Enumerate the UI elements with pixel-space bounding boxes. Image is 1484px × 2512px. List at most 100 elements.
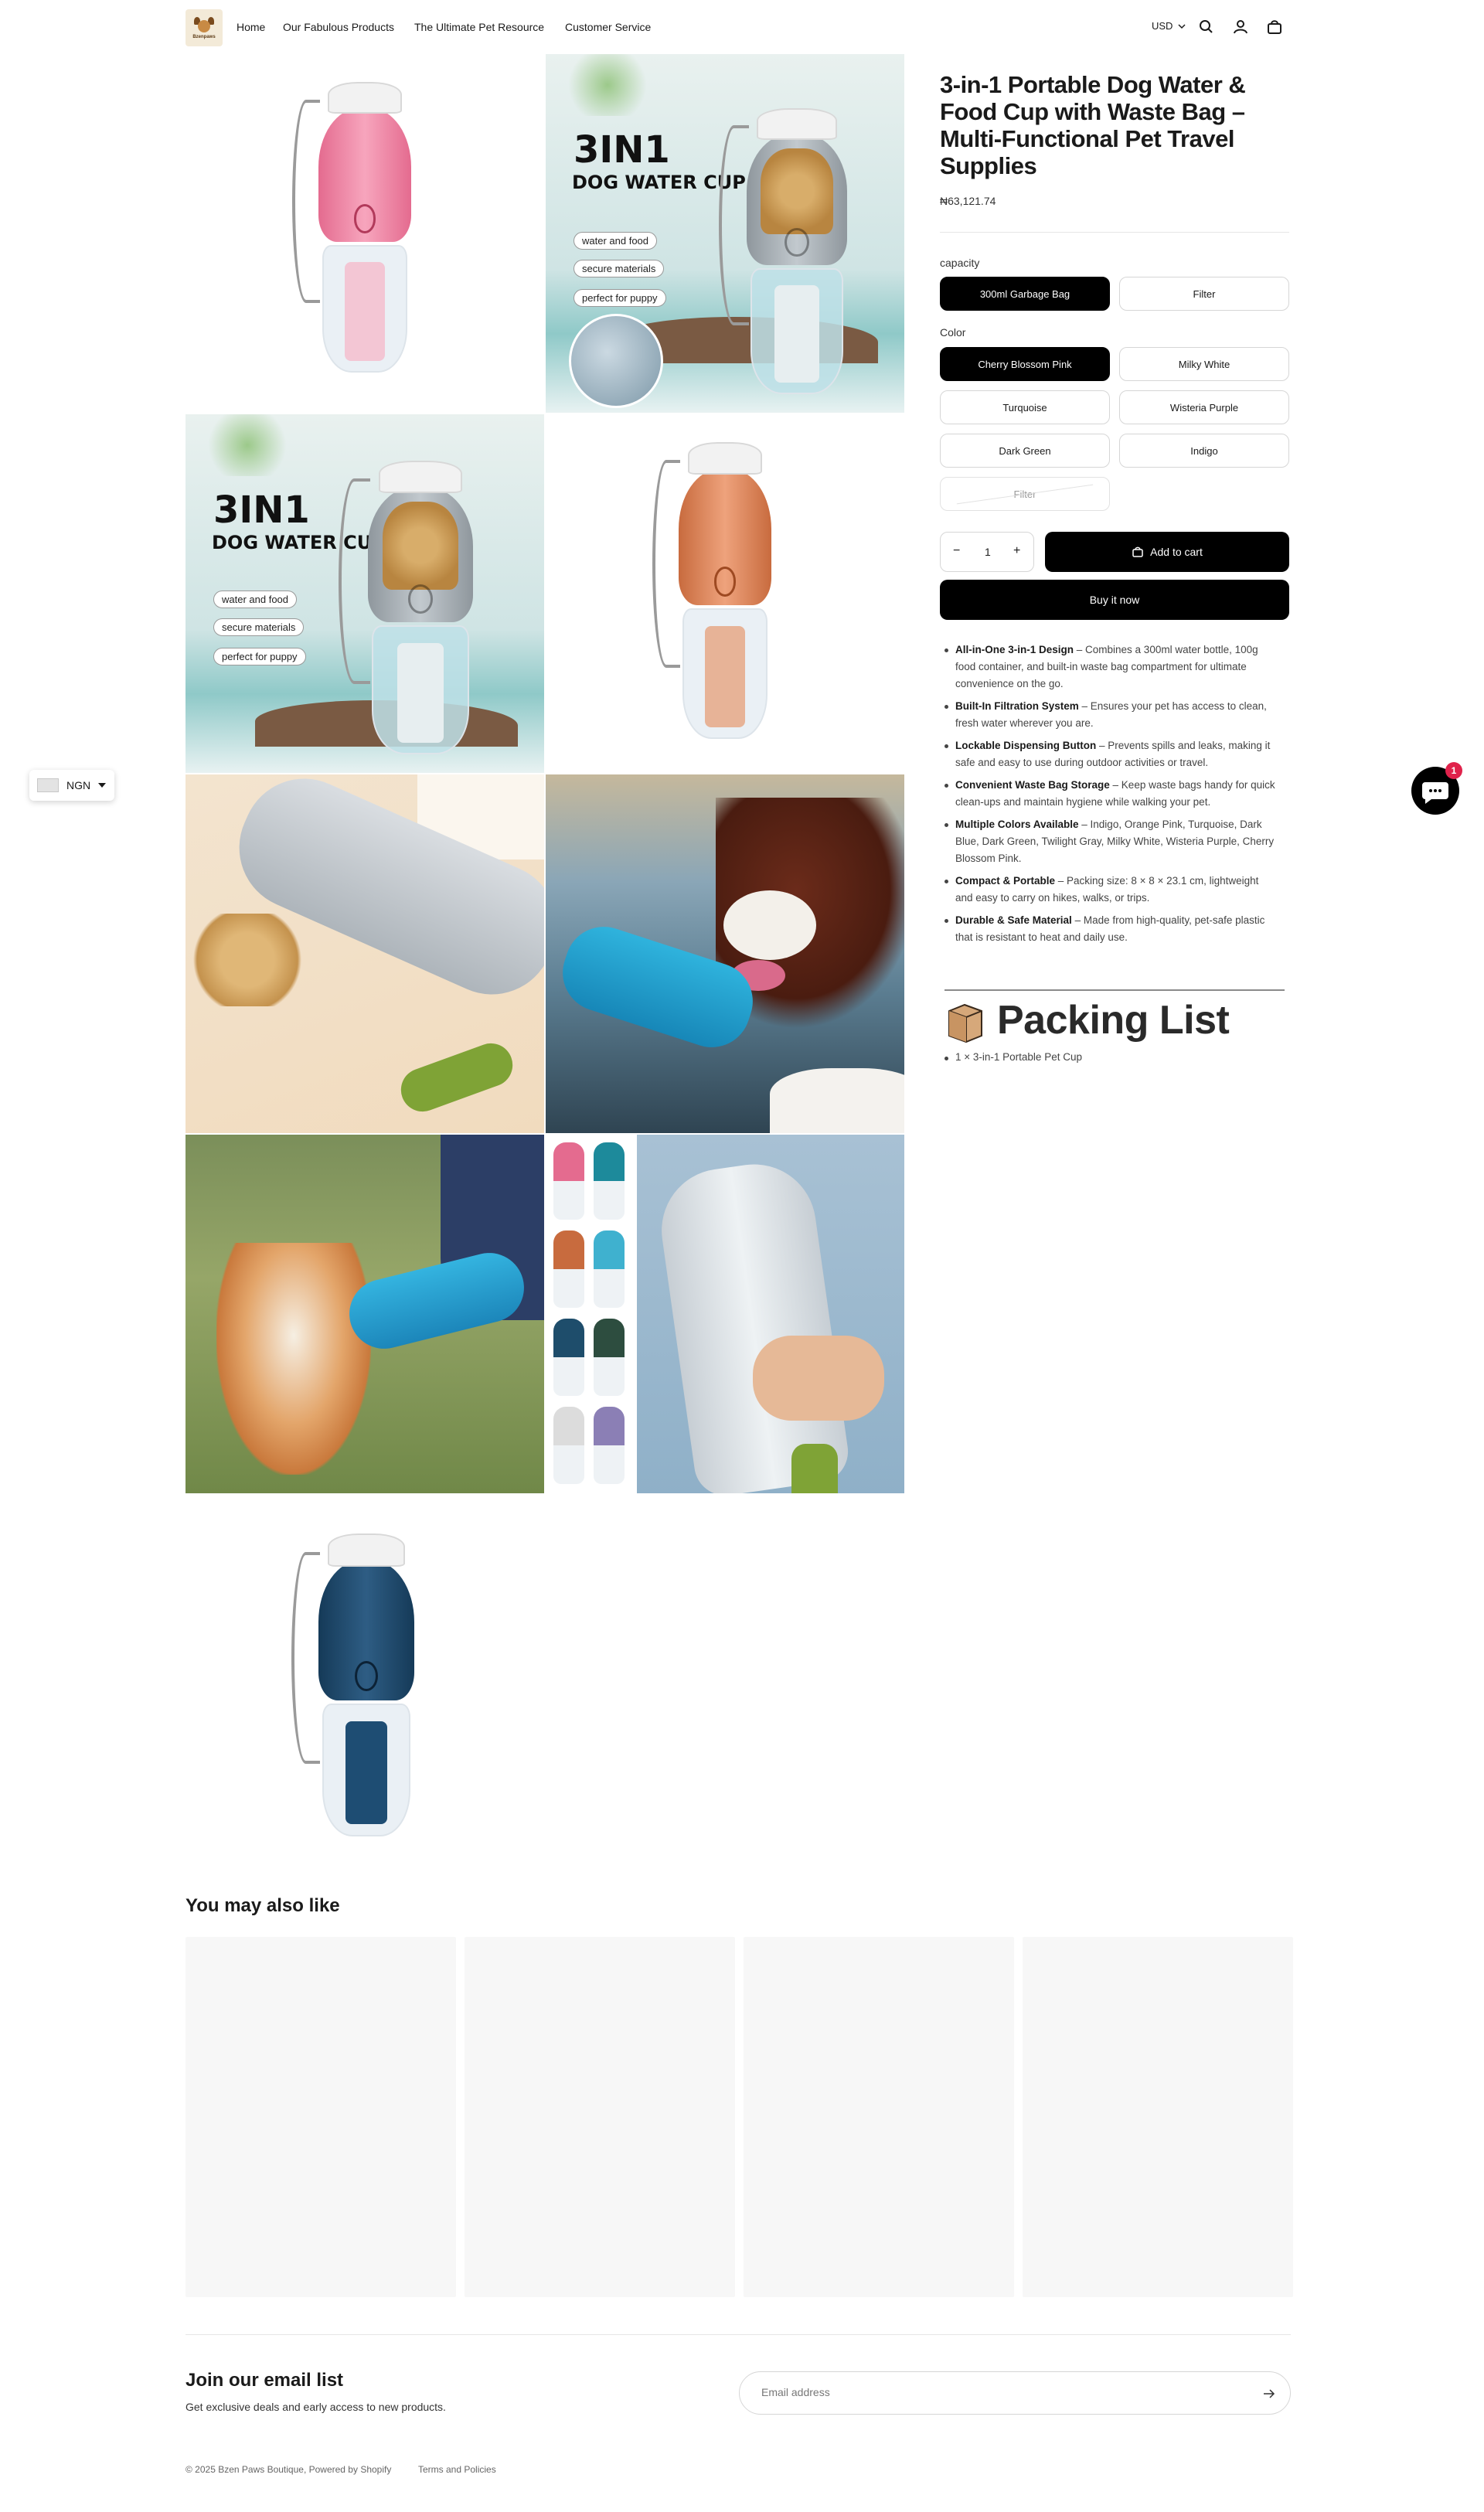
gallery-image-pink-bottle[interactable] [186, 54, 544, 413]
color-option-milky-white[interactable]: Milky White [1119, 347, 1289, 381]
package-icon [948, 1003, 982, 1043]
gallery-image-promo-2[interactable]: 3IN1 DOG WATER CUP water and food secure… [186, 414, 544, 773]
copyright: © 2025 Bzen Paws Boutique, Powered by Sh… [186, 2464, 392, 2475]
promo-pill: water and food [574, 232, 658, 250]
promo-title: 3IN1 [213, 488, 310, 532]
nav-products[interactable]: Our Fabulous Products [283, 21, 394, 33]
promo-pill: secure materials [574, 260, 665, 277]
clear-bottle-icon [653, 1156, 853, 1493]
email-field-wrapper [739, 2371, 1291, 2415]
gallery-image-promo-1[interactable]: 3IN1 DOG WATER CUP water and food secure… [546, 54, 904, 413]
chat-badge: 1 [1445, 762, 1462, 779]
bag-icon [1132, 546, 1143, 557]
gray-bottle-icon [338, 461, 473, 754]
variant-white-icon [553, 1407, 584, 1484]
capacity-label: capacity [940, 257, 980, 269]
waste-bag-roll-icon [394, 1037, 519, 1118]
dog-logo-icon [194, 16, 214, 34]
chevron-down-icon [1178, 24, 1186, 29]
packing-list-title: Packing List [997, 998, 1230, 1043]
newsletter-title: Join our email list [186, 2370, 344, 2391]
logo-text: Bzenpaws [192, 34, 216, 39]
gallery-image-hand-holding-bottle[interactable] [637, 1135, 904, 1493]
product-card-placeholder[interactable] [186, 1937, 456, 2297]
terms-policies-link[interactable]: Terms and Policies [418, 2464, 496, 2475]
currency-code: USD [1152, 20, 1173, 32]
quantity-value[interactable]: 1 [985, 546, 991, 558]
add-to-cart-label: Add to cart [1150, 546, 1203, 558]
divider [186, 2334, 1291, 2335]
list-item: Compact & Portable – Packing size: 8 × 8… [941, 873, 1278, 907]
color-option-filter[interactable]: Filter [940, 477, 1110, 511]
list-item: Multiple Colors Available – Indigo, Oran… [941, 816, 1278, 867]
divider [945, 989, 1285, 991]
quantity-minus-button[interactable]: − [953, 544, 960, 558]
nav-pet-resource[interactable]: The Ultimate Pet Resource [414, 21, 544, 33]
waste-bag-inset-icon [569, 314, 663, 408]
quantity-plus-button[interactable]: + [1013, 544, 1020, 558]
buy-now-button[interactable]: Buy it now [940, 580, 1289, 620]
currency-float-code: NGN [66, 779, 91, 791]
currency-selector[interactable]: USD [1152, 20, 1186, 32]
capacity-option-filter[interactable]: Filter [1119, 277, 1289, 311]
darkblue-bottle-icon [291, 1533, 414, 1836]
color-option-turquoise[interactable]: Turquoise [940, 390, 1110, 424]
newsletter-subtitle: Get exclusive deals and early access to … [186, 2401, 446, 2413]
variant-lightblue-icon [594, 1230, 625, 1308]
promo-pill: perfect for puppy [574, 289, 666, 307]
add-to-cart-button[interactable]: Add to cart [1045, 532, 1289, 572]
promo-title: 3IN1 [574, 128, 670, 172]
packing-list: 1 × 3-in-1 Portable Pet Cup [941, 1051, 1082, 1063]
nav-customer-service[interactable]: Customer Service [565, 21, 651, 33]
list-item: 1 × 3-in-1 Portable Pet Cup [941, 1051, 1082, 1063]
chat-button[interactable]: 1 [1411, 762, 1462, 815]
quantity-stepper: − 1 + [940, 532, 1034, 572]
divider [940, 232, 1289, 233]
corgi-icon [216, 1243, 371, 1475]
gallery-image-orange-bottle[interactable] [546, 414, 904, 773]
list-item: Built-In Filtration System – Ensures you… [941, 698, 1278, 732]
promo-pill: water and food [213, 591, 298, 608]
gallery-image-dog-drinking[interactable] [546, 774, 904, 1133]
gallery-image-color-variants[interactable] [546, 1135, 635, 1493]
gallery-image-darkblue-bottle[interactable] [186, 1495, 544, 1853]
product-card-placeholder[interactable] [465, 1937, 735, 2297]
list-item: Durable & Safe Material – Made from high… [941, 912, 1278, 946]
account-icon[interactable] [1232, 19, 1249, 36]
product-card-placeholder[interactable] [1023, 1937, 1293, 2297]
list-item: All-in-One 3-in-1 Design – Combines a 30… [941, 642, 1278, 693]
nav-home[interactable]: Home [237, 21, 265, 33]
product-title: 3-in-1 Portable Dog Water & Food Cup wit… [940, 71, 1246, 179]
search-icon[interactable] [1198, 19, 1215, 36]
promo-pill: perfect for puppy [213, 648, 306, 665]
feature-list: All-in-One 3-in-1 Design – Combines a 30… [941, 642, 1278, 951]
color-option-dark-green[interactable]: Dark Green [940, 434, 1110, 468]
email-field[interactable] [761, 2386, 1225, 2398]
list-item: Convenient Waste Bag Storage – Keep wast… [941, 777, 1278, 811]
variant-orange-icon [553, 1230, 584, 1308]
recommendations-title: You may also like [186, 1895, 340, 1916]
cart-icon[interactable] [1266, 19, 1283, 36]
gallery-image-bottle-with-food[interactable] [186, 774, 544, 1133]
color-option-cherry-blossom-pink[interactable]: Cherry Blossom Pink [940, 347, 1110, 381]
capacity-option-300ml[interactable]: 300ml Garbage Bag [940, 277, 1110, 311]
food-pellets-icon [186, 914, 309, 1006]
variant-turquoise-icon [594, 1142, 625, 1220]
variant-darkblue-icon [553, 1319, 584, 1396]
gallery-image-corgi[interactable] [186, 1135, 544, 1493]
pink-bottle-icon [292, 82, 411, 373]
color-option-wisteria-purple[interactable]: Wisteria Purple [1119, 390, 1289, 424]
list-item: Lockable Dispensing Button – Prevents sp… [941, 737, 1278, 771]
variant-purple-icon [594, 1407, 625, 1484]
currency-float-selector[interactable]: NGN [29, 770, 114, 801]
flag-icon [37, 778, 59, 792]
color-option-indigo[interactable]: Indigo [1119, 434, 1289, 468]
product-card-placeholder[interactable] [744, 1937, 1014, 2297]
arrow-right-icon[interactable] [1262, 2387, 1276, 2401]
store-logo[interactable]: Bzenpaws [186, 9, 223, 46]
color-label: Color [940, 326, 966, 339]
variant-pink-icon [553, 1142, 584, 1220]
product-price: ₦63,121.74 [940, 195, 996, 207]
gray-bottle-icon [718, 108, 847, 394]
promo-pill: secure materials [213, 618, 305, 636]
